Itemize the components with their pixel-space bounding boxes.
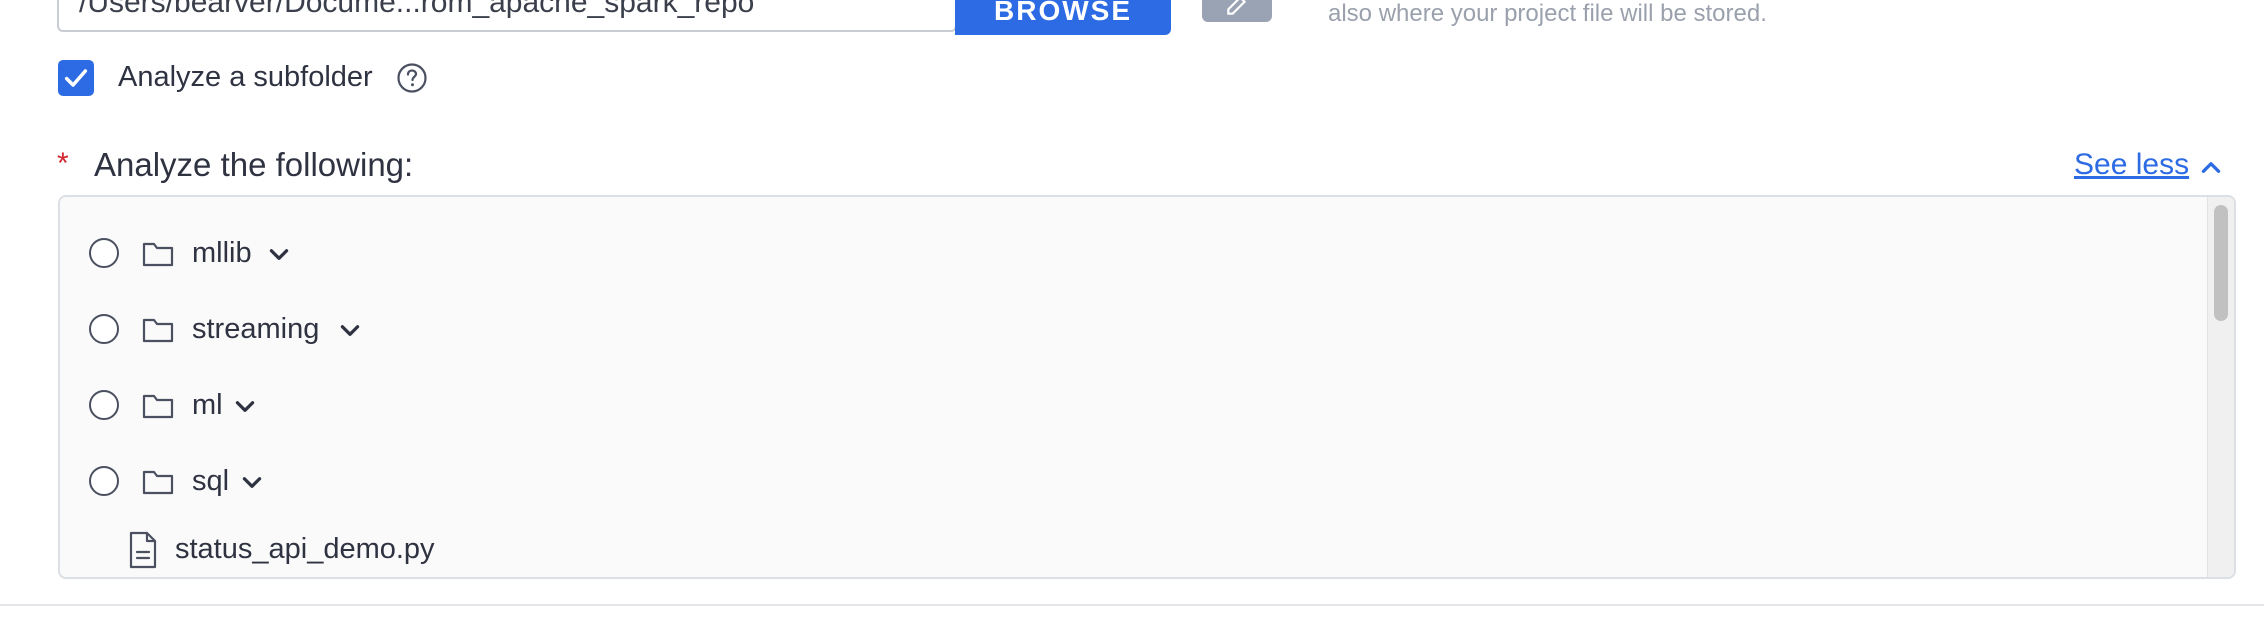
section-divider [0,604,2264,606]
see-less-link[interactable]: See less [2074,148,2189,182]
analyze-section-title: Analyze the following: [94,146,414,183]
chevron-down-icon[interactable] [266,241,292,267]
chevron-down-icon[interactable] [232,393,258,419]
chevron-up-icon[interactable] [2198,154,2224,180]
chevron-down-icon[interactable] [337,317,363,343]
chevron-down-icon[interactable] [239,469,265,495]
tree-item-radio[interactable] [89,390,119,420]
tree-item-label: ml [192,389,223,421]
required-indicator: * [57,147,69,180]
tree-item-label: sql [192,465,230,497]
browse-button-label: BROWSE [994,0,1132,26]
tree-item-label: streaming [192,313,320,345]
tree-item-radio[interactable] [89,466,119,496]
tree-scrollbar[interactable] [2207,197,2234,577]
edit-path-button[interactable] [1202,0,1272,22]
folder-tree[interactable]: mllib streaming ml sql status_api_demo.p… [58,195,2236,579]
checkmark-icon [64,69,88,87]
browse-button[interactable]: BROWSE [955,0,1171,35]
analyze-subfolder-label: Analyze a subfolder [118,61,373,93]
project-path-value: /Users/bearver/Docume...rom_apache_spark… [79,0,755,19]
question-circle-icon[interactable] [396,62,428,94]
pencil-icon [1227,0,1247,15]
folder-icon [142,242,174,267]
folder-icon [142,394,174,419]
project-helper-text: also where your project file will be sto… [1328,0,1767,27]
analyze-subfolder-checkbox[interactable] [58,60,94,96]
file-icon [129,531,157,569]
folder-icon [142,318,174,343]
tree-item-label: mllib [192,237,252,269]
folder-icon [142,470,174,495]
tree-item-radio[interactable] [89,238,119,268]
project-path-input[interactable]: /Users/bearver/Docume...rom_apache_spark… [57,0,957,32]
tree-item-radio[interactable] [89,314,119,344]
tree-item-label: status_api_demo.py [175,533,435,565]
tree-scrollbar-thumb[interactable] [2214,205,2228,321]
